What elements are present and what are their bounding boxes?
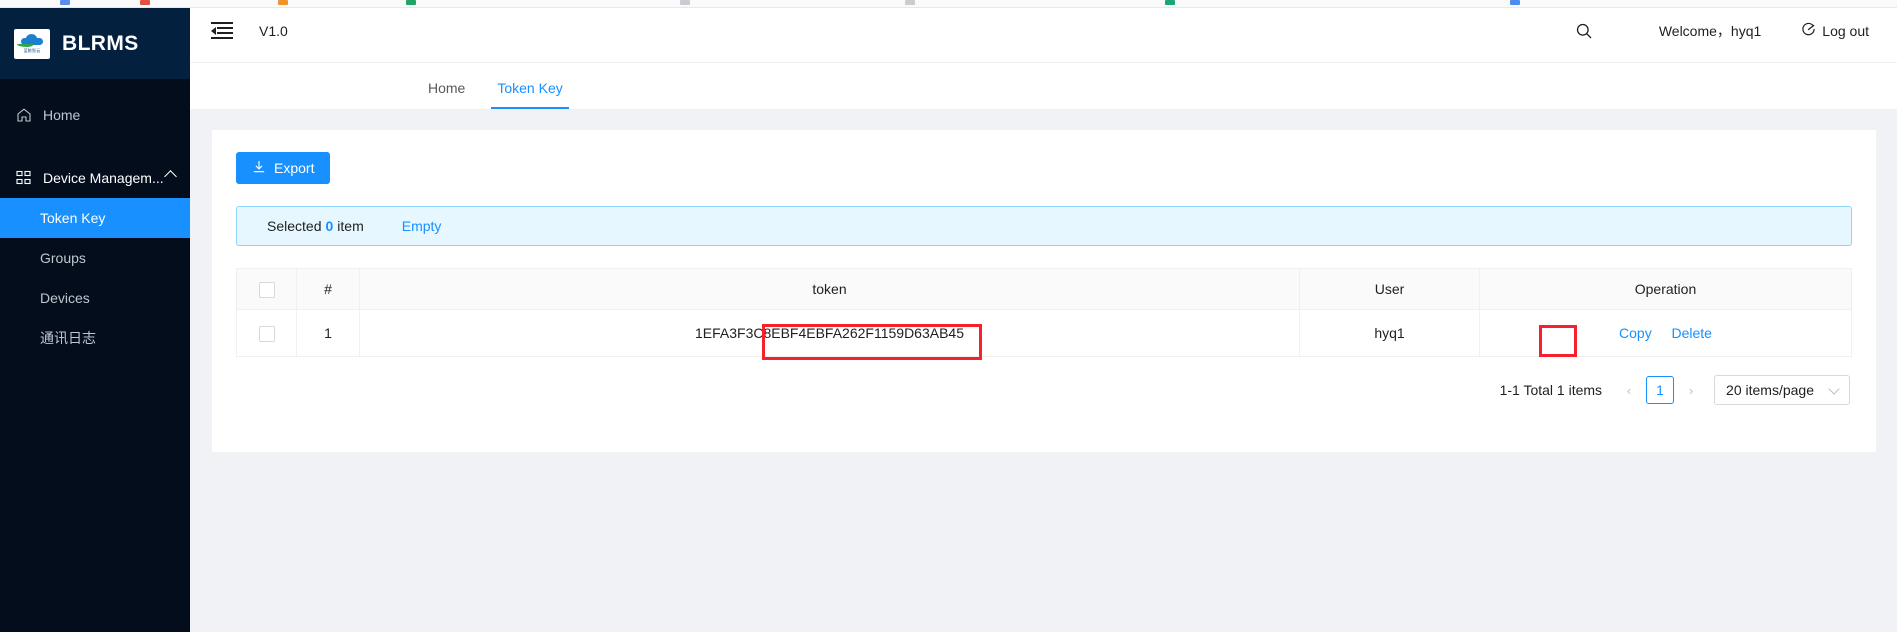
column-header-select-all bbox=[236, 268, 297, 310]
chevron-up-icon[interactable] bbox=[164, 170, 177, 183]
table-head: # token User Operation bbox=[236, 268, 1852, 310]
chevron-right-icon[interactable]: › bbox=[1680, 376, 1702, 404]
token-key-panel: Export Selected 0 item Empty # token Use… bbox=[212, 130, 1876, 452]
browser-tab-favicon-2 bbox=[278, 0, 288, 5]
application-window: 蓝鲸智云 BLRMS Home Device Managem... Token … bbox=[0, 0, 1897, 632]
copy-link[interactable]: Copy bbox=[1619, 325, 1652, 341]
row-operation-cell: Copy Delete bbox=[1480, 310, 1852, 357]
sidebar: 蓝鲸智云 BLRMS Home Device Managem... Token … bbox=[0, 0, 190, 632]
browser-tab-favicon-5 bbox=[905, 0, 915, 5]
select-all-checkbox[interactable] bbox=[258, 281, 275, 298]
download-icon bbox=[252, 160, 266, 177]
header-right-group: Welcome，hyq1 Log out bbox=[1569, 16, 1869, 46]
sidebar-item-device-management-label: Device Managem... bbox=[43, 170, 164, 186]
sidebar-item-groups[interactable]: Groups bbox=[0, 238, 190, 278]
row-select-cell bbox=[236, 309, 297, 357]
sidebar-item-home-label: Home bbox=[43, 107, 81, 123]
browser-tab-favicon-3 bbox=[406, 0, 416, 5]
current-user: hyq1 bbox=[1730, 23, 1762, 39]
selection-info-bar: Selected 0 item Empty bbox=[236, 206, 1852, 246]
brand-title: BLRMS bbox=[62, 31, 139, 55]
main-area: V1.0 Welcome，hyq1 Log out Home Token Key… bbox=[190, 0, 1897, 632]
tab-home-label: Home bbox=[428, 80, 466, 96]
browser-tab-favicon-7 bbox=[1510, 0, 1520, 5]
browser-tab-favicon-1 bbox=[140, 0, 150, 5]
chevron-down-icon bbox=[1828, 382, 1840, 395]
row-index-cell: 1 bbox=[296, 309, 360, 357]
row-checkbox[interactable] bbox=[258, 325, 275, 342]
browser-tab-favicon-6 bbox=[1165, 0, 1175, 5]
sidebar-item-token-key[interactable]: Token Key bbox=[0, 198, 190, 238]
pagination-total-text: 1-1 Total 1 items bbox=[1499, 382, 1603, 398]
selected-prefix-label: Selected bbox=[267, 218, 322, 234]
welcome-label: Welcome， bbox=[1658, 23, 1731, 39]
pagination-page-1[interactable]: 1 bbox=[1646, 376, 1675, 404]
sidebar-item-home[interactable]: Home bbox=[0, 95, 190, 135]
column-header-token: token bbox=[359, 268, 1300, 310]
column-header-user: User bbox=[1299, 268, 1480, 310]
selected-count: 0 bbox=[325, 218, 334, 234]
export-button[interactable]: Export bbox=[236, 152, 331, 184]
logout-icon bbox=[1801, 22, 1816, 40]
sidebar-item-device-management[interactable]: Device Managem... bbox=[0, 158, 190, 198]
sidebar-item-comm-log-label: 通讯日志 bbox=[40, 330, 96, 346]
sidebar-item-groups-label: Groups bbox=[40, 250, 86, 266]
export-button-label: Export bbox=[274, 160, 315, 176]
home-icon bbox=[16, 107, 32, 123]
sidebar-item-token-key-label: Token Key bbox=[40, 210, 106, 226]
page-size-select[interactable]: 20 items/page bbox=[1714, 375, 1850, 405]
token-table: # token User Operation 1 1EFA3F3C8EBF4EB… bbox=[236, 268, 1852, 357]
top-header-bar: V1.0 Welcome，hyq1 Log out bbox=[190, 0, 1897, 63]
row-user-cell: hyq1 bbox=[1299, 309, 1480, 357]
grid-icon bbox=[16, 170, 32, 186]
delete-link[interactable]: Delete bbox=[1672, 325, 1712, 341]
column-header-index: # bbox=[296, 268, 360, 310]
brand-logo-caption: 蓝鲸智云 bbox=[23, 47, 41, 53]
browser-tabstrip-sliver bbox=[0, 0, 1897, 8]
column-header-operation: Operation bbox=[1479, 268, 1852, 310]
table-body: 1 1EFA3F3C8EBF4EBFA262F1159D63AB45 hyq1 … bbox=[236, 309, 1852, 357]
version-label: V1.0 bbox=[259, 23, 288, 39]
welcome-text: Welcome，hyq1 bbox=[1659, 21, 1761, 41]
row-token-cell: 1EFA3F3C8EBF4EBFA262F1159D63AB45 bbox=[359, 309, 1300, 357]
empty-selection-link[interactable]: Empty bbox=[402, 218, 442, 234]
content-area: Export Selected 0 item Empty # token Use… bbox=[190, 110, 1897, 452]
table-row: 1 1EFA3F3C8EBF4EBFA262F1159D63AB45 hyq1 … bbox=[236, 309, 1852, 357]
menu-collapse-icon[interactable] bbox=[211, 22, 233, 40]
tab-token-key[interactable]: Token Key bbox=[481, 80, 578, 109]
brand-header[interactable]: 蓝鲸智云 BLRMS bbox=[0, 8, 190, 79]
sidebar-item-devices[interactable]: Devices bbox=[0, 278, 190, 318]
pagination: 1-1 Total 1 items ‹ 1 › 20 items/page bbox=[236, 375, 1852, 405]
table-header-row: # token User Operation bbox=[236, 268, 1852, 310]
logout-label: Log out bbox=[1822, 23, 1869, 39]
page-size-label: 20 items/page bbox=[1726, 382, 1814, 398]
sidebar-item-comm-log[interactable]: 通讯日志 bbox=[0, 318, 190, 358]
selected-suffix-label: item bbox=[337, 218, 364, 234]
search-icon[interactable] bbox=[1569, 16, 1599, 46]
sidebar-item-devices-label: Devices bbox=[40, 290, 90, 306]
cloud-logo-icon: 蓝鲸智云 bbox=[14, 28, 50, 59]
browser-tab-favicon-4 bbox=[680, 0, 690, 5]
logout-button[interactable]: Log out bbox=[1801, 22, 1869, 40]
chevron-left-icon[interactable]: ‹ bbox=[1618, 376, 1640, 404]
tab-bar: Home Token Key bbox=[190, 63, 1897, 110]
browser-tab-favicon-0 bbox=[60, 0, 70, 5]
tab-token-key-label: Token Key bbox=[497, 80, 563, 96]
tab-home[interactable]: Home bbox=[412, 80, 481, 109]
